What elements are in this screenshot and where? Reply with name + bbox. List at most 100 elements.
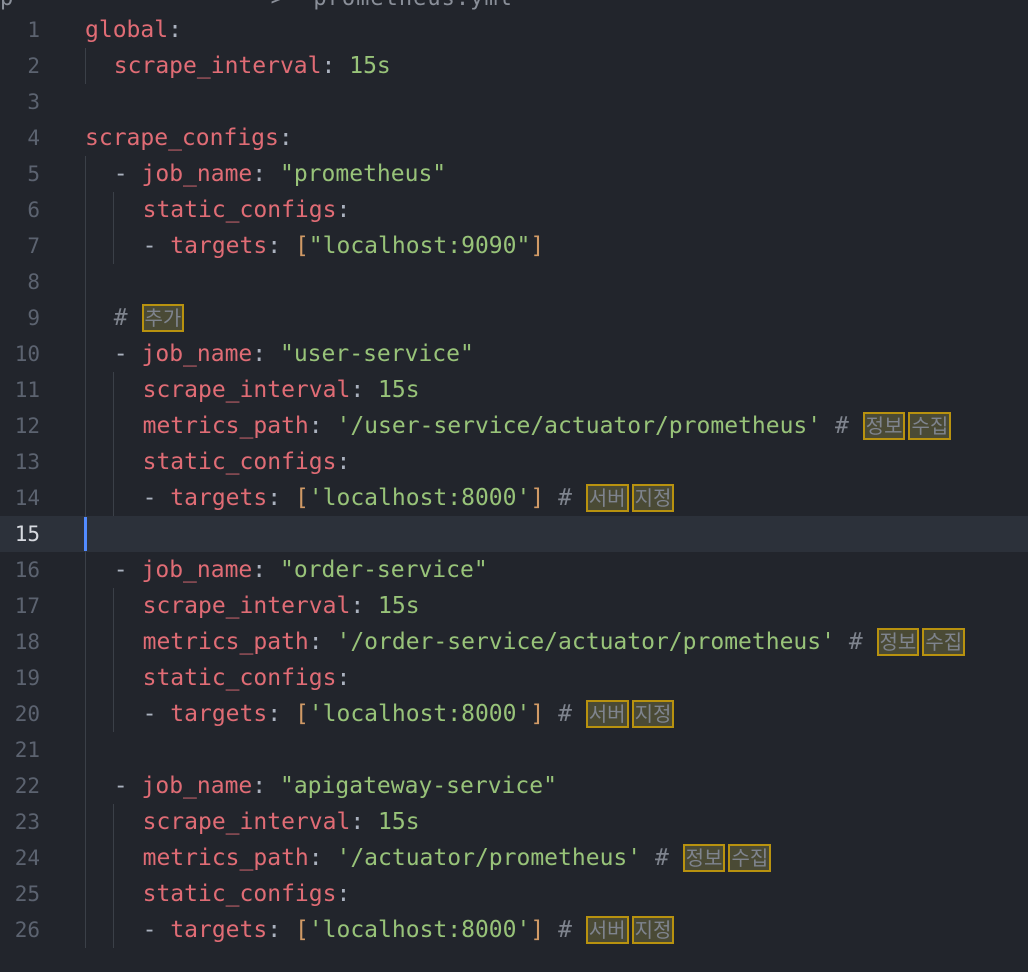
code-token: - — [113, 341, 142, 367]
code-text: static_configs: — [143, 444, 351, 480]
code-line[interactable]: 13 static_configs: — [0, 444, 1028, 480]
code-token: "order-service" — [279, 557, 488, 583]
indent-guide — [113, 192, 114, 264]
code-token: scrape_interval — [113, 53, 322, 79]
line-number: 23 — [14, 810, 40, 834]
code-text: static_configs: — [143, 660, 351, 696]
code-line[interactable]: 17 scrape_interval: 15s — [0, 588, 1028, 624]
korean-comment-word: 정보 — [682, 844, 726, 872]
code-token: global — [85, 17, 169, 43]
line-number: 10 — [14, 342, 40, 366]
code-line[interactable]: 12 metrics_path: '/user-service/actuator/… — [0, 408, 1028, 444]
code-token: '/actuator/prometheus' — [336, 845, 642, 871]
code-token: targets — [170, 917, 268, 943]
korean-comment-word: 지정 — [631, 484, 675, 512]
code-text: static_configs: — [143, 192, 351, 228]
breadcrumb[interactable]: p > prometheus.yml — [0, 0, 513, 11]
code-line[interactable]: 9 # 추가 — [0, 300, 1028, 336]
code-text: # 추가 — [114, 300, 188, 336]
code-line[interactable]: 11 scrape_interval: 15s — [0, 372, 1028, 408]
code-token: : — [267, 917, 295, 943]
code-line[interactable]: 2 scrape_interval: 15s — [0, 48, 1028, 84]
code-token: : — [336, 197, 351, 223]
code-line[interactable]: 26 - targets: ['localhost:8000'] # 서버 지정 — [0, 912, 1028, 948]
code-line[interactable]: 7 - targets: ["localhost:9090"] — [0, 228, 1028, 264]
code-token: ] — [530, 485, 545, 511]
korean-comment-word: 서버 — [585, 700, 629, 728]
code-line[interactable]: 24 metrics_path: '/actuator/prometheus' #… — [0, 840, 1028, 876]
code-token: : — [308, 629, 337, 655]
line-number: 2 — [27, 54, 40, 78]
code-token: # — [834, 629, 877, 655]
line-number: 4 — [27, 126, 40, 150]
code-text: metrics_path: '/actuator/prometheus' # 정… — [143, 840, 775, 876]
code-token: : — [278, 125, 293, 151]
code-line[interactable]: 25 static_configs: — [0, 876, 1028, 912]
code-line[interactable]: 22 - job_name: "apigateway-service" — [0, 768, 1028, 804]
code-token: metrics_path — [142, 413, 309, 439]
code-token: 'localhost:8000' — [308, 917, 531, 943]
code-line[interactable]: 18 metrics_path: '/order-service/actuator… — [0, 624, 1028, 660]
line-number: 11 — [14, 378, 40, 402]
line-number: 21 — [14, 738, 40, 762]
code-token: ] — [530, 917, 545, 943]
code-line[interactable]: 10 - job_name: "user-service" — [0, 336, 1028, 372]
code-token: : — [267, 701, 295, 727]
code-token: # — [641, 845, 683, 871]
code-text: scrape_interval: 15s — [143, 804, 420, 840]
code-line[interactable]: 20 - targets: ['localhost:8000'] # 서버 지정 — [0, 696, 1028, 732]
indent-guide — [113, 588, 114, 732]
code-line[interactable]: 16 - job_name: "order-service" — [0, 552, 1028, 588]
line-number: 20 — [14, 702, 40, 726]
code-token: : — [308, 413, 337, 439]
code-token: 'localhost:8000' — [308, 485, 531, 511]
code-token: : — [336, 665, 351, 691]
code-token: job_name — [141, 557, 253, 583]
line-number: 3 — [27, 90, 40, 114]
code-token: : — [267, 233, 295, 259]
code-line[interactable]: 4 scrape_configs: — [0, 120, 1028, 156]
code-token: : — [336, 449, 351, 475]
code-line[interactable]: 23 scrape_interval: 15s — [0, 804, 1028, 840]
code-token: targets — [170, 701, 268, 727]
code-text: scrape_interval: 15s — [143, 588, 420, 624]
line-number: 15 — [14, 522, 40, 546]
code-line[interactable]: 19 static_configs: — [0, 660, 1028, 696]
code-line[interactable]: 1 global: — [0, 12, 1028, 48]
code-token: scrape_configs — [85, 125, 279, 151]
code-token: static_configs — [142, 197, 337, 223]
code-text: - job_name: "prometheus" — [114, 156, 446, 192]
code-token: job_name — [141, 161, 253, 187]
code-text: scrape_configs: — [85, 120, 293, 156]
code-line[interactable]: 14 - targets: ['localhost:8000'] # 서버 지정 — [0, 480, 1028, 516]
line-number: 18 — [14, 630, 40, 654]
code-token: metrics_path — [142, 629, 309, 655]
code-token: [ — [294, 917, 309, 943]
code-editor[interactable]: 1 global: 2 scrape_interval: 15s 3 4 scrape_co… — [0, 12, 1028, 972]
korean-comment-word: 정보 — [862, 412, 906, 440]
code-text: - targets: ["localhost:9090"] — [143, 228, 545, 264]
code-token: 15s — [378, 809, 420, 835]
code-text: - job_name: "order-service" — [114, 552, 488, 588]
code-text: - job_name: "user-service" — [114, 336, 474, 372]
code-text: - targets: ['localhost:8000'] # 서버 지정 — [143, 696, 678, 732]
code-text: - targets: ['localhost:8000'] # 서버 지정 — [143, 912, 678, 948]
line-number: 9 — [27, 306, 40, 330]
line-number: 25 — [14, 882, 40, 906]
code-token: static_configs — [142, 881, 337, 907]
code-token: # — [544, 917, 586, 943]
code-token: 'localhost:8000' — [308, 701, 531, 727]
code-line[interactable]: 5 - job_name: "prometheus" — [0, 156, 1028, 192]
code-line[interactable]: 6 static_configs: — [0, 192, 1028, 228]
code-token: "apigateway-service" — [279, 773, 557, 799]
code-line[interactable]: 3 — [0, 84, 1028, 120]
code-line[interactable]: 21 — [0, 732, 1028, 768]
code-line[interactable]: 8 — [0, 264, 1028, 300]
code-token: : — [336, 881, 351, 907]
code-token: # — [544, 485, 586, 511]
code-token: - — [142, 917, 171, 943]
korean-comment-word: 수집 — [908, 412, 952, 440]
code-line[interactable]: 15 — [0, 516, 1028, 552]
code-text: metrics_path: '/order-service/actuator/p… — [143, 624, 969, 660]
code-token: '/order-service/actuator/prometheus' — [336, 629, 835, 655]
